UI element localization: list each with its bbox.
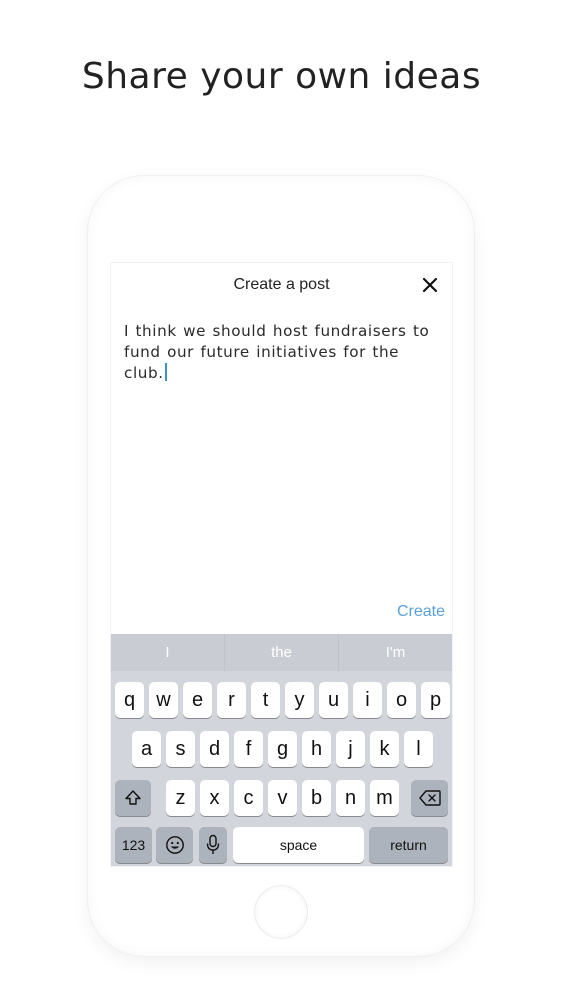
shift-key[interactable] (115, 780, 151, 816)
key-e[interactable]: e (183, 682, 212, 718)
key-u[interactable]: u (319, 682, 348, 718)
suggestion-2[interactable]: the (225, 634, 339, 671)
key-r[interactable]: r (217, 682, 246, 718)
key-o[interactable]: o (387, 682, 416, 718)
suggestion-1[interactable]: I (111, 634, 225, 671)
backspace-key[interactable] (411, 780, 448, 816)
key-b[interactable]: b (302, 780, 331, 816)
key-n[interactable]: n (336, 780, 365, 816)
text-cursor (164, 363, 167, 381)
key-f[interactable]: f (234, 731, 263, 767)
key-g[interactable]: g (268, 731, 297, 767)
numbers-key[interactable]: 123 (115, 827, 152, 863)
create-post-screen: Create a post I think we should host fun… (111, 263, 452, 866)
shift-icon (125, 790, 141, 805)
key-y[interactable]: y (285, 682, 314, 718)
key-m[interactable]: m (370, 780, 399, 816)
key-t[interactable]: t (251, 682, 280, 718)
keyboard: I the I'm q w e r t y u i o p a s d f g … (111, 634, 452, 866)
key-k[interactable]: k (370, 731, 399, 767)
headline: Share your own ideas (81, 56, 482, 97)
key-p[interactable]: p (421, 682, 450, 718)
post-title: Create a post (233, 276, 330, 293)
microphone-key[interactable] (199, 827, 227, 863)
key-a[interactable]: a (132, 731, 161, 767)
post-text-area[interactable]: I think we should host fundraisers to fu… (124, 321, 442, 384)
post-text: I think we should host fundraisers to fu… (124, 322, 430, 382)
key-w[interactable]: w (149, 682, 178, 718)
create-button[interactable]: Create (397, 603, 445, 621)
close-icon[interactable] (420, 275, 440, 295)
home-button[interactable] (255, 886, 307, 938)
microphone-icon (206, 834, 220, 854)
backspace-icon (418, 790, 441, 806)
key-v[interactable]: v (268, 780, 297, 816)
space-key[interactable]: space (233, 827, 364, 863)
key-z[interactable]: z (166, 780, 195, 816)
emoji-icon (165, 836, 184, 854)
suggestion-bar: I the I'm (111, 634, 452, 671)
key-s[interactable]: s (166, 731, 195, 767)
post-header: Create a post (111, 263, 452, 307)
key-h[interactable]: h (302, 731, 331, 767)
key-c[interactable]: c (234, 780, 263, 816)
key-j[interactable]: j (336, 731, 365, 767)
key-x[interactable]: x (200, 780, 229, 816)
suggestion-3[interactable]: I'm (339, 634, 452, 671)
key-i[interactable]: i (353, 682, 382, 718)
key-l[interactable]: l (404, 731, 433, 767)
return-key[interactable]: return (369, 827, 448, 863)
key-q[interactable]: q (115, 682, 144, 718)
emoji-key[interactable] (156, 827, 193, 863)
key-d[interactable]: d (200, 731, 229, 767)
